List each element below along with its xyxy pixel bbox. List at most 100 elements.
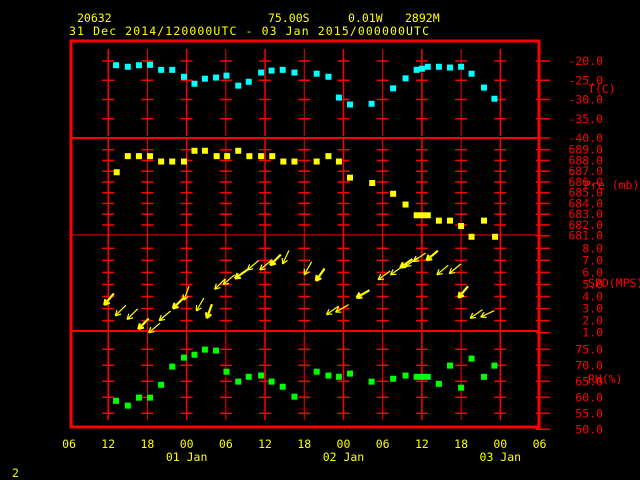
pressure-point <box>492 233 499 240</box>
station-elevation: 2892M <box>405 11 440 25</box>
x-tick-label: 12 <box>258 437 272 451</box>
temperature-point <box>213 74 220 81</box>
temperature-point <box>258 69 265 76</box>
humidity-point <box>424 373 431 380</box>
pressure-point <box>369 180 376 187</box>
pressure-point <box>181 158 188 165</box>
date-label: 02 Jan <box>323 450 365 464</box>
humidity-point <box>368 378 375 385</box>
humidity-point <box>223 368 230 375</box>
date-label: 03 Jan <box>480 450 522 464</box>
x-tick-label: 00 <box>337 437 351 451</box>
station-latitude: 75.00S <box>268 11 310 25</box>
page-number: 2 <box>12 466 19 480</box>
wind-arrow <box>303 261 313 276</box>
wind-arrow <box>281 250 290 265</box>
temperature-point <box>325 73 332 80</box>
temperature-point <box>158 66 165 73</box>
wind-arrow <box>436 264 449 276</box>
pressure-point <box>335 158 342 165</box>
humidity-point <box>191 351 198 358</box>
temperature-point <box>191 80 198 87</box>
y-tick-label: 55.0 <box>575 406 603 420</box>
wind-arrow-head <box>457 291 461 298</box>
x-tick-label: 18 <box>297 437 311 451</box>
pressure-point <box>446 217 453 224</box>
humidity-point <box>390 375 397 382</box>
wind-arrow <box>480 310 495 319</box>
wind-arrow <box>425 249 439 262</box>
humidity-point <box>235 378 242 385</box>
temperature-point <box>313 70 320 77</box>
pressure-point <box>269 153 276 160</box>
pressure-point <box>201 147 208 154</box>
humidity-point <box>325 372 332 379</box>
x-tick-label: 06 <box>533 437 547 451</box>
wind-arrow <box>204 303 213 320</box>
y-axis-label-temperature: T(C) <box>588 82 616 96</box>
temperature-point <box>245 78 252 85</box>
humidity-point <box>113 397 120 404</box>
y-tick-label: -35.0 <box>568 112 603 126</box>
humidity-point <box>258 372 265 379</box>
wind-arrow-head <box>204 312 208 319</box>
wind-arrow <box>171 297 185 310</box>
pressure-point <box>390 190 397 197</box>
pressure-point <box>135 153 142 160</box>
humidity-point <box>435 380 442 387</box>
humidity-point <box>458 384 465 391</box>
temperature-point <box>446 64 453 71</box>
pressure-point <box>424 212 431 219</box>
pressure-point <box>468 233 475 240</box>
wind-arrow <box>355 289 371 299</box>
wind-arrow <box>314 267 326 282</box>
temperature-point <box>368 100 375 107</box>
pressure-point <box>402 201 409 208</box>
humidity-point <box>491 362 498 369</box>
humidity-point <box>291 393 298 400</box>
pressure-point <box>124 153 131 160</box>
temperature-point <box>113 62 120 69</box>
temperature-point <box>347 101 354 108</box>
pressure-point <box>246 153 253 160</box>
wind-arrow-head <box>103 298 107 306</box>
temperature-point <box>468 70 475 77</box>
wind-arrow <box>126 308 139 321</box>
wind-arrow <box>195 297 205 312</box>
date-label: 01 Jan <box>166 450 208 464</box>
humidity-point <box>169 363 176 370</box>
temperature-point <box>201 75 208 82</box>
x-tick-label: 12 <box>415 437 429 451</box>
wind-arrow-head <box>314 274 318 281</box>
temperature-point <box>135 62 142 69</box>
wind-arrow <box>269 253 282 267</box>
temperature-point <box>413 66 420 73</box>
humidity-point <box>402 372 409 379</box>
meteogram-chart: 20632 75.00S 0.01W 2892M 31 Dec 2014/120… <box>12 11 640 480</box>
axes: -20.0-25.0-30.0-35.0-40.0T(C)689.0688.06… <box>62 54 640 464</box>
y-tick-label: 1.0 <box>582 326 603 340</box>
x-tick-label: 06 <box>376 437 390 451</box>
temperature-point <box>268 67 275 74</box>
humidity-point <box>313 368 320 375</box>
humidity-point <box>245 373 252 380</box>
temperature-point <box>402 75 409 82</box>
temperature-point <box>235 82 242 89</box>
temperature-point <box>169 66 176 73</box>
x-tick-label: 06 <box>62 437 76 451</box>
x-tick-label: 12 <box>101 437 115 451</box>
temperature-point <box>458 63 465 70</box>
y-tick-label: -20.0 <box>568 54 603 68</box>
humidity-point <box>468 355 475 362</box>
temperature-point <box>279 66 286 73</box>
y-axis-label-humidity: RH(%) <box>588 372 623 386</box>
humidity-point <box>347 370 354 377</box>
humidity-point <box>124 402 131 409</box>
temperature-point <box>223 72 230 79</box>
pressure-point <box>113 169 120 176</box>
temperature-point <box>147 61 154 68</box>
pressure-point <box>325 153 332 160</box>
temperature-point <box>491 95 498 102</box>
y-tick-label: 70.0 <box>575 358 603 372</box>
temperature-point <box>181 73 188 80</box>
